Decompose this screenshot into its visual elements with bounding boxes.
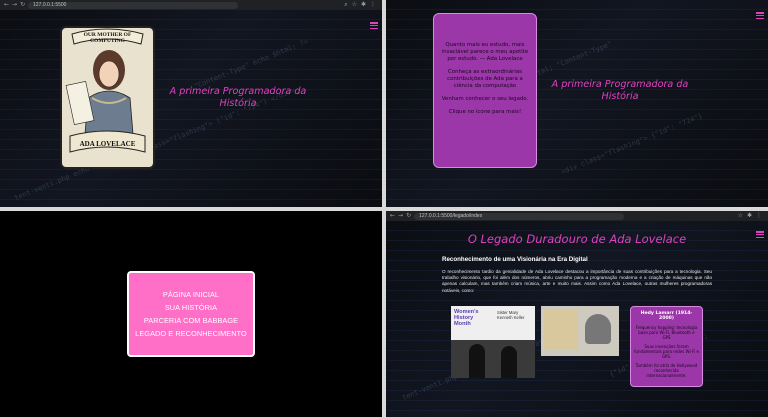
extensions-icon[interactable]: ✱ xyxy=(361,0,366,10)
menu-item-babbage[interactable]: PARCERIA COM BABBAGE xyxy=(144,315,238,326)
poster-name-text: ADA LOVELACE xyxy=(79,140,136,148)
invite-text: Venham conhecer o seu legado. xyxy=(441,96,529,102)
menu-dots-icon[interactable]: ⋮ xyxy=(756,211,762,221)
hedy-lamarr-card[interactable]: Hedy Lamarr (1914-2000) Frequency hoppin… xyxy=(630,306,703,387)
address-bar[interactable]: 127.0.0.1:5500 xyxy=(28,1,239,9)
zoom-icon[interactable]: ⌕ xyxy=(344,0,347,10)
legacy-paragraph: O reconhecimento tardio da genialidade d… xyxy=(442,269,712,293)
womens-history-badge: Women's History Month xyxy=(454,309,479,327)
menu-item-legacy[interactable]: LEGADO E RECONHECIMENTO xyxy=(135,328,247,339)
forward-icon[interactable]: → xyxy=(12,0,17,10)
navigation-menu: PÁGINA INICIAL SUA HISTÓRIA PARCERIA COM… xyxy=(127,271,255,357)
reload-icon[interactable]: ↻ xyxy=(406,211,411,221)
home-page-panel: <div class="flashing"> ("id": "724") </d… xyxy=(0,0,382,207)
browser-toolbar: ← → ↻ 127.0.0.1:5500/legado/index ☆ ✱ ⋮ xyxy=(386,211,768,221)
menu-dots-icon[interactable]: ⋮ xyxy=(370,0,376,10)
hero-tagline-2: A primeira Programadora da História xyxy=(551,79,689,102)
hamburger-menu-icon[interactable] xyxy=(756,12,764,19)
hedy-lamarr-photo xyxy=(541,306,619,356)
ada-quote: Quanto mais eu estudo, mais insaciável p… xyxy=(441,42,529,62)
keller-photo: Women's History Month Sister Mary Kennet… xyxy=(451,306,535,378)
hero-tagline: A primeira Programadora da História xyxy=(169,86,307,109)
back-icon[interactable]: ← xyxy=(4,0,9,10)
nav-menu-panel: PÁGINA INICIAL SUA HISTÓRIA PARCERIA COM… xyxy=(0,211,382,417)
ada-lovelace-poster: OUR MOTHER OF COMPUTING ADA LOVELACE xyxy=(60,26,155,169)
page-title: O Legado Duradouro de Ada Lovelace xyxy=(467,232,687,246)
star-icon[interactable]: ☆ xyxy=(352,0,357,10)
intro-card[interactable]: Quanto mais eu estudo, mais insaciável p… xyxy=(433,13,537,168)
reload-icon[interactable]: ↻ xyxy=(20,0,25,10)
menu-item-history[interactable]: SUA HISTÓRIA xyxy=(165,302,217,313)
card-line-3: Também foi atriz de Hollywood reconhecid… xyxy=(635,363,698,378)
browser-toolbar: ← → ↻ 127.0.0.1:5500 ⌕ ☆ ✱ ⋮ xyxy=(0,0,382,10)
section-subtitle: Reconhecimento de uma Visionária na Era … xyxy=(442,256,588,263)
cta-text: Clique no ícone para mais! xyxy=(448,109,522,115)
card-line-1: Frequency hopping: tecnologia base para … xyxy=(635,325,698,340)
card-line-2: Suas invenções foram fundamentais para r… xyxy=(634,344,699,359)
back-icon[interactable]: ← xyxy=(390,211,395,221)
intro-text: Conheça as extraordinárias contribuições… xyxy=(447,69,523,89)
poster-top-text: OUR MOTHER OF COMPUTING xyxy=(83,32,132,44)
card-caption: Hedy Lamarr (1914-2000) xyxy=(640,311,693,321)
star-icon[interactable]: ☆ xyxy=(738,211,743,221)
menu-item-home[interactable]: PÁGINA INICIAL xyxy=(163,289,219,300)
photo-caption: Sister Mary Kenneth Keller xyxy=(497,310,525,320)
forward-icon[interactable]: → xyxy=(398,211,403,221)
extensions-icon[interactable]: ✱ xyxy=(747,211,752,221)
address-bar[interactable]: 127.0.0.1:5500/legado/index xyxy=(414,212,625,220)
hamburger-menu-icon[interactable] xyxy=(370,22,378,29)
